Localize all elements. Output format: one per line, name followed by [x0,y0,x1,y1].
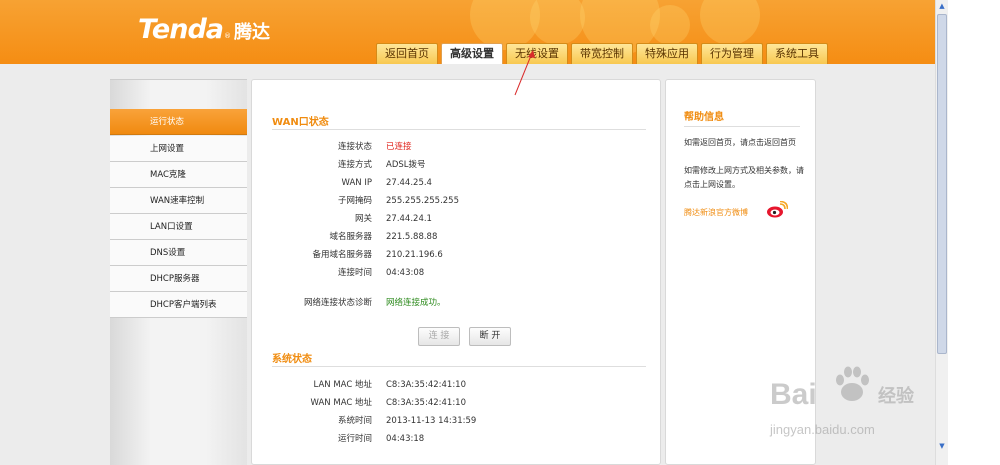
window-background [948,0,1000,465]
tab-behavior[interactable]: 行为管理 [701,43,763,64]
scroll-thumb[interactable] [937,14,947,354]
row-key: 备用域名服务器 [312,250,372,260]
row-key: WAN IP [341,178,372,188]
tab-special-apps[interactable]: 特殊应用 [636,43,698,64]
help-text-home: 如需返回首页，请点击返回首页 [684,138,796,147]
divider [272,129,646,130]
sidebar-item-dns[interactable]: DNS设置 [110,240,247,266]
row-key: 连接状态 [337,142,372,152]
scroll-down-icon[interactable]: ▼ [936,440,948,452]
help-text-internet: 如需修改上网方式及相关参数，请点击上网设置。 [684,166,804,189]
row-key: 连接方式 [337,160,372,170]
divider [272,366,646,367]
sidebar-item-lan[interactable]: LAN口设置 [110,214,247,240]
row-value: C8:3A:35:42:41:10 [386,398,466,408]
tab-system-tools[interactable]: 系统工具 [766,43,828,64]
weibo-icon[interactable] [766,201,788,219]
logo-text-en: Tenda [138,14,224,45]
row-value: 2013-11-13 14:31:59 [386,416,477,426]
sidebar-item-mac-clone[interactable]: MAC克隆 [110,162,247,188]
paw-icon [836,366,869,401]
tab-wireless[interactable]: 无线设置 [506,43,568,64]
sidebar-item-internet[interactable]: 上网设置 [110,136,247,162]
sidebar-item-dhcp-clients[interactable]: DHCP客户端列表 [110,292,247,318]
row-value: C8:3A:35:42:41:10 [386,380,466,390]
watermark-brand-cn: 经验 [878,386,914,407]
row-key: 连接时间 [337,268,372,278]
row-key: 系统时间 [337,416,372,426]
sidebar-item-run-status[interactable]: 运行状态 [110,109,247,135]
row-value: 27.44.25.4 [386,178,432,188]
logo-text-cn: 腾达 [234,22,271,43]
router-admin-page: Tenda ® 腾达 返回首页 高级设置 无线设置 带宽控制 特殊应用 行为管理… [0,0,935,465]
help-panel: 帮助信息 如需返回首页，请点击返回首页 如需修改上网方式及相关参数，请点击上网设… [665,79,816,465]
top-nav: 返回首页 高级设置 无线设置 带宽控制 特殊应用 行为管理 系统工具 [376,43,828,64]
row-key: 域名服务器 [329,232,372,242]
main-panel: WAN口状态 连接状态 已连接 连接方式 ADSL拨号 WAN IP 27.44… [251,79,661,465]
sidebar-item-wan-rate[interactable]: WAN速率控制 [110,188,247,214]
tab-bandwidth[interactable]: 带宽控制 [571,43,633,64]
row-key: 网关 [354,214,372,224]
row-key: 网络连接状态诊断 [303,298,372,308]
tab-advanced[interactable]: 高级设置 [441,43,503,64]
row-value: 255.255.255.255 [386,196,460,206]
row-key: LAN MAC 地址 [313,380,372,390]
row-value: 210.21.196.6 [386,250,443,260]
wan-status-title: WAN口状态 [272,117,329,128]
weibo-link[interactable]: 腾达新浪官方微博 [684,207,748,218]
row-value: 221.5.88.88 [386,232,438,242]
header-bar: Tenda ® 腾达 返回首页 高级设置 无线设置 带宽控制 特殊应用 行为管理… [0,0,935,64]
tenda-logo: Tenda ® 腾达 [138,14,270,45]
row-key: 子网掩码 [337,196,372,206]
row-key: 运行时间 [337,434,372,444]
row-value: 已连接 [386,142,412,152]
disconnect-button[interactable]: 断 开 [469,327,511,346]
sidebar: 运行状态 上网设置 MAC克隆 WAN速率控制 LAN口设置 DNS设置 DHC… [110,79,247,465]
row-value: ADSL拨号 [386,160,426,170]
tab-home[interactable]: 返回首页 [376,43,438,64]
row-value: 04:43:08 [386,268,425,278]
vertical-scrollbar[interactable]: ▲ ▼ [935,0,948,465]
logo-registered-mark: ® [224,32,232,40]
connect-button[interactable]: 连 接 [418,327,460,346]
scroll-up-icon[interactable]: ▲ [936,0,948,12]
system-status-title: 系统状态 [272,354,312,365]
divider [684,126,800,127]
row-key: WAN MAC 地址 [310,398,372,408]
sidebar-item-dhcp-server[interactable]: DHCP服务器 [110,266,247,292]
diagnosis-result: 网络连接成功。 [386,298,446,308]
row-value: 04:43:18 [386,434,425,444]
help-title: 帮助信息 [684,112,724,123]
row-value: 27.44.24.1 [386,214,432,224]
